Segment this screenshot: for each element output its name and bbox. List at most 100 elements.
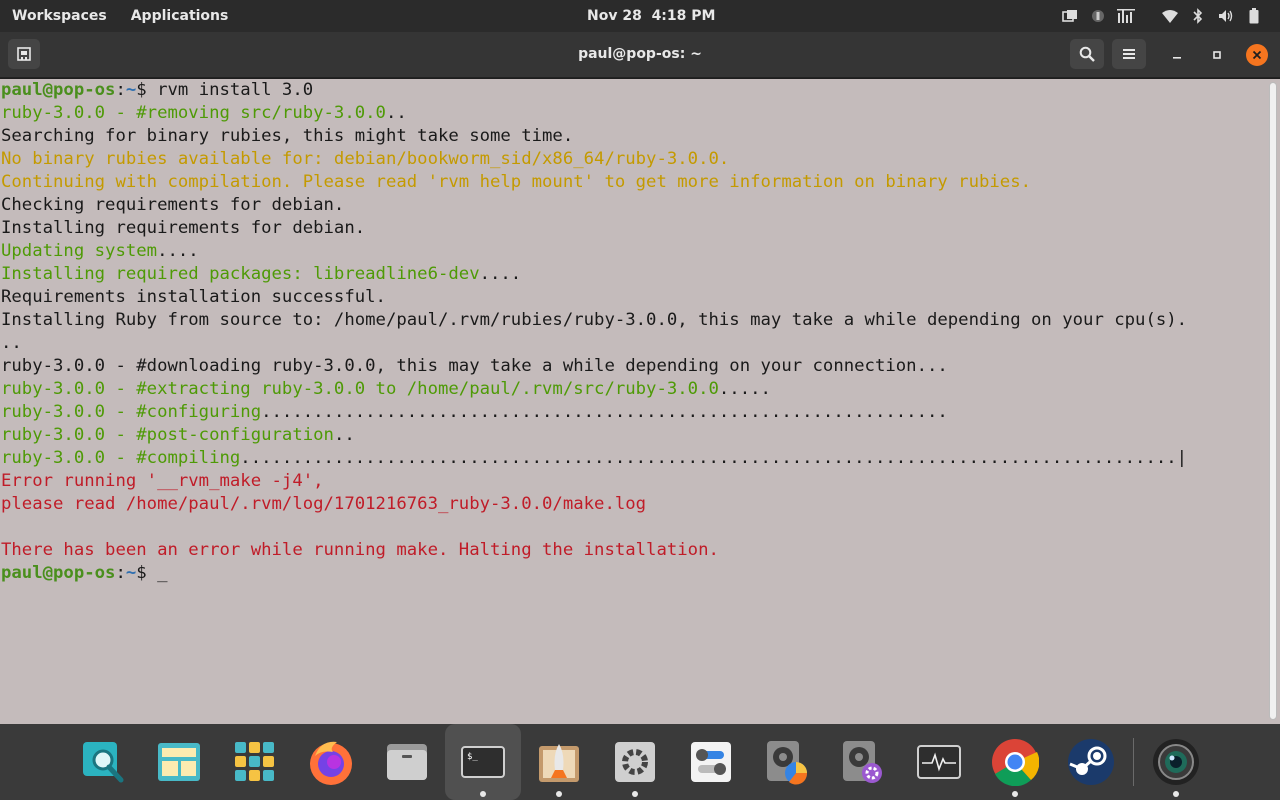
terminal-text-segment: ruby-3.0.0 - #extracting ruby-3.0.0 to /… (1, 379, 719, 399)
system-tray[interactable] (1056, 0, 1280, 32)
terminal-scrollbar[interactable] (1269, 82, 1277, 720)
terminal-text-segment: .... (479, 264, 522, 284)
volume-icon[interactable] (1212, 0, 1240, 32)
terminal-line: ruby-3.0.0 - #extracting ruby-3.0.0 to /… (0, 378, 1280, 401)
dock-firefox[interactable] (293, 724, 369, 800)
terminal-text-segment: No binary rubies available for: debian/b… (1, 149, 730, 169)
dock-settings[interactable] (597, 724, 673, 800)
camera-icon (1153, 739, 1199, 785)
terminal-line: ruby-3.0.0 - #post-configuration.. (0, 424, 1280, 447)
search-icon (1079, 46, 1095, 62)
wifi-icon[interactable] (1156, 0, 1184, 32)
close-button[interactable] (1246, 44, 1268, 66)
hamburger-menu-icon (1123, 49, 1135, 59)
dock-disks[interactable] (825, 724, 901, 800)
terminal-line: ruby-3.0.0 - #removing src/ruby-3.0.0.. (0, 102, 1280, 125)
workspaces-button[interactable]: Workspaces (0, 8, 119, 24)
terminal-line: please read /home/paul/.rvm/log/17012167… (0, 493, 1280, 516)
dock-workspaces[interactable] (141, 724, 217, 800)
running-indicator (1173, 791, 1179, 797)
running-indicator (556, 791, 562, 797)
terminal-line: .. (0, 332, 1280, 355)
app-grid-icon (235, 742, 274, 781)
terminal-line: Requirements installation successful. (0, 286, 1280, 309)
dock-steam[interactable] (1053, 724, 1129, 800)
disks-icon (843, 741, 882, 783)
bluetooth-icon[interactable] (1184, 0, 1212, 32)
terminal-line: Error running '__rvm_make -j4', (0, 470, 1280, 493)
terminal-text-segment: .... (157, 241, 199, 261)
workspaces-icon (158, 743, 200, 781)
clipboard-icon[interactable] (1056, 0, 1084, 32)
window-header: paul@pop-os: ~ (0, 32, 1280, 78)
terminal-text-segment: Continuing with compilation. Please read… (1, 172, 1032, 192)
terminal-text-segment: : (115, 80, 126, 100)
dock-disk-usage[interactable] (749, 724, 825, 800)
terminal-text-segment: ruby-3.0.0 - #compiling (1, 448, 241, 468)
terminal-output[interactable]: paul@pop-os:~$ rvm install 3.0 ruby-3.0.0… (0, 79, 1280, 724)
terminal-text-segment: Installing required packages: libreadlin… (1, 264, 480, 284)
terminal-text-segment: ~ (125, 563, 137, 583)
terminal-line: No binary rubies available for: debian/b… (0, 148, 1280, 171)
running-indicator (1012, 791, 1018, 797)
chrome-icon (992, 739, 1039, 786)
terminal-text-segment: : (115, 563, 126, 583)
dock-files[interactable] (369, 724, 445, 800)
terminal-line: ruby-3.0.0 - #downloading ruby-3.0.0, th… (0, 355, 1280, 378)
dock-chrome[interactable] (977, 724, 1053, 800)
terminal-text-segment: ruby-3.0.0 - #post-configuration (1, 425, 334, 445)
terminal-text-segment: ruby-3.0.0 - #configuring (1, 402, 262, 422)
terminal-line: paul@pop-os:~$ _ (0, 562, 1280, 585)
search-button[interactable] (1070, 39, 1104, 69)
dock-terminal[interactable]: $_ (445, 724, 521, 800)
terminal-line: ruby-3.0.0 - #configuring...............… (0, 401, 1280, 424)
terminal-text-segment: Installing Ruby from source to: /home/pa… (1, 310, 1188, 330)
terminal-line: Checking requirements for debian. (0, 194, 1280, 217)
applications-button[interactable]: Applications (119, 8, 241, 24)
running-indicator (480, 791, 486, 797)
maximize-button[interactable] (1206, 44, 1228, 66)
terminal-text-segment: Updating system (1, 241, 158, 261)
dock-camera[interactable] (1138, 724, 1214, 800)
firefox-icon (310, 741, 352, 785)
cpu-monitor-icon[interactable] (1112, 0, 1140, 32)
disk-usage-icon (767, 741, 808, 785)
terminal-text-segment: ruby-3.0.0 - #downloading ruby-3.0.0, th… (1, 356, 948, 376)
battery-icon[interactable] (1240, 0, 1268, 32)
terminal-line: ruby-3.0.0 - #compiling.................… (0, 447, 1280, 470)
terminal-text-segment: .. (385, 103, 407, 123)
clock[interactable]: Nov 28 4:18 PM (587, 0, 715, 32)
terminal-text-segment: ........................................… (261, 402, 948, 422)
new-tab-button[interactable] (8, 39, 40, 69)
menu-button[interactable] (1112, 39, 1146, 69)
minimize-button[interactable] (1166, 44, 1188, 66)
tweaks-icon (691, 742, 731, 782)
dock-system-monitor[interactable] (901, 724, 977, 800)
terminal-line: Updating system.... (0, 240, 1280, 263)
minimize-icon (1173, 57, 1181, 59)
dock-pop-shop[interactable] (521, 724, 597, 800)
dock-separator (1133, 738, 1134, 786)
terminal-line: paul@pop-os:~$ rvm install 3.0 (0, 79, 1280, 102)
terminal-text-segment: please read /home/paul/.rvm/log/17012167… (1, 494, 647, 514)
status-indicator-icon[interactable] (1084, 0, 1112, 32)
terminal-text-segment: Requirements installation successful. (1, 287, 386, 307)
maximize-icon (1213, 51, 1221, 59)
terminal-text-segment: .. (1, 333, 22, 353)
terminal-text-segment: There has been an error while running ma… (1, 540, 719, 560)
dock-app-grid[interactable] (217, 724, 293, 800)
terminal-line: Installing required packages: libreadlin… (0, 263, 1280, 286)
terminal-text-segment: ruby-3.0.0 - #removing src/ruby-3.0.0 (1, 103, 386, 123)
dock-search-launcher[interactable] (65, 724, 141, 800)
search-launcher-icon (83, 742, 124, 783)
settings-icon (615, 742, 655, 782)
terminal-text-segment: $ rvm install 3.0 (136, 80, 314, 100)
system-monitor-icon (917, 745, 961, 779)
dock-tweaks[interactable] (673, 724, 749, 800)
terminal-text-segment: Checking requirements for debian. (1, 195, 345, 215)
terminal-text-segment: ........................................… (240, 448, 1188, 468)
terminal-text-segment: Searching for binary rubies, this might … (1, 126, 574, 146)
steam-icon (1068, 739, 1114, 785)
top-bar: Workspaces Applications Nov 28 4:18 PM (0, 0, 1280, 32)
terminal-line: There has been an error while running ma… (0, 539, 1280, 562)
